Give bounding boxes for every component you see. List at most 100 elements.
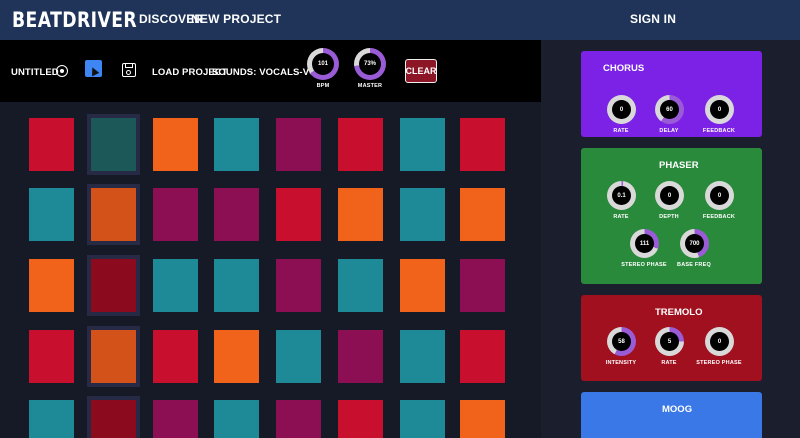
pad-r5-c6[interactable] — [338, 400, 383, 438]
select-tool-button[interactable] — [85, 60, 102, 77]
pad-r4-c6[interactable] — [338, 330, 383, 383]
effects-panel: CHORUS 0 RATE 60 DELAY 0 FEEDBACK PHASER 0.1 RATE… — [541, 40, 800, 438]
nav-new-project-link[interactable]: NEW PROJECT — [191, 12, 281, 26]
phaser-feedback-label: FEEDBACK — [702, 214, 736, 220]
pad-r1-c5[interactable] — [276, 118, 321, 171]
chorus-rate-value: 0 — [612, 100, 631, 119]
tremolo-intensity-knob-ring: 58 — [607, 327, 636, 356]
pad-r4-c1[interactable] — [29, 330, 74, 383]
tremolo-rate-knob-ring: 5 — [655, 327, 684, 356]
pad-r1-c7[interactable] — [400, 118, 445, 171]
pad-r3-c6[interactable] — [338, 259, 383, 312]
effect-moog: MOOG — [581, 392, 762, 438]
pad-r3-c7[interactable] — [400, 259, 445, 312]
pad-r3-c1[interactable] — [29, 259, 74, 312]
top-nav: BEATDRIVER DISCOVER NEW PROJECT SIGN IN — [0, 0, 800, 40]
tremolo-intensity-value: 58 — [612, 332, 631, 351]
pad-r4-c7[interactable] — [400, 330, 445, 383]
pad-r1-c4[interactable] — [214, 118, 259, 171]
pad-r2-c3[interactable] — [153, 188, 198, 241]
pad-r1-c1[interactable] — [29, 118, 74, 171]
master-knob[interactable]: 73% MASTER — [354, 48, 386, 89]
pad-r5-c1[interactable] — [29, 400, 74, 438]
master-label: MASTER — [357, 83, 383, 89]
phaser-base-freq-value: 700 — [685, 234, 704, 253]
phaser-feedback-knob[interactable]: 0 FEEDBACK — [703, 181, 735, 220]
save-icon[interactable] — [122, 63, 136, 77]
phaser-depth-knob-ring: 0 — [655, 181, 684, 210]
chorus-feedback-label: FEEDBACK — [702, 128, 736, 134]
project-toolbar: UNTITLED LOAD PROJECT SOUNDS: VOCALS-VOX… — [0, 40, 541, 102]
phaser-stereo-phase-value: 111 — [635, 234, 654, 253]
bpm-value: 101 — [312, 53, 334, 75]
pad-r2-c5[interactable] — [276, 188, 321, 241]
pad-r3-c4[interactable] — [214, 259, 259, 312]
tremolo-stereo-phase-label: STEREO PHASE — [696, 360, 742, 366]
chorus-delay-knob-ring: 60 — [655, 95, 684, 124]
pad-grid — [0, 102, 541, 438]
pad-r5-c8[interactable] — [460, 400, 505, 438]
pad-r2-c1[interactable] — [29, 188, 74, 241]
phaser-base-freq-label: BASE FREQ — [677, 262, 711, 268]
tremolo-stereo-phase-knob[interactable]: 0 STEREO PHASE — [696, 327, 742, 366]
chorus-feedback-knob[interactable]: 0 FEEDBACK — [703, 95, 735, 134]
pad-r2-c2[interactable] — [91, 188, 136, 241]
phaser-base-freq-knob[interactable]: 700 BASE FREQ — [677, 229, 711, 268]
pad-r5-c3[interactable] — [153, 400, 198, 438]
phaser-stereo-phase-knob[interactable]: 111 STEREO PHASE — [621, 229, 667, 268]
pad-r3-c8[interactable] — [460, 259, 505, 312]
phaser-base-freq-knob-ring: 700 — [680, 229, 709, 258]
phaser-rate-knob-ring: 0.1 — [607, 181, 636, 210]
master-value: 73% — [359, 53, 381, 75]
pad-r1-c3[interactable] — [153, 118, 198, 171]
chorus-delay-knob[interactable]: 60 DELAY — [655, 95, 684, 134]
pad-r5-c7[interactable] — [400, 400, 445, 438]
pad-r1-c2[interactable] — [91, 118, 136, 171]
pad-r4-c4[interactable] — [214, 330, 259, 383]
master-knob-ring: 73% — [354, 48, 386, 80]
effect-chorus-title: CHORUS — [603, 63, 645, 74]
effect-phaser-title: PHASER — [659, 160, 699, 171]
pad-r1-c6[interactable] — [338, 118, 383, 171]
project-title[interactable]: UNTITLED — [11, 67, 59, 78]
effect-phaser: PHASER 0.1 RATE 0 DEPTH 0 FEEDBACK 111 STEREO PH… — [581, 148, 762, 284]
pad-r4-c5[interactable] — [276, 330, 321, 383]
clear-button[interactable]: CLEAR — [405, 59, 437, 83]
pad-r3-c5[interactable] — [276, 259, 321, 312]
brand-logo[interactable]: BEATDRIVER — [12, 8, 137, 32]
chorus-rate-knob[interactable]: 0 RATE — [607, 95, 636, 134]
effect-chorus: CHORUS 0 RATE 60 DELAY 0 FEEDBACK — [581, 51, 762, 137]
effect-moog-title: MOOG — [662, 404, 693, 415]
chorus-rate-knob-ring: 0 — [607, 95, 636, 124]
tremolo-stereo-phase-knob-ring: 0 — [705, 327, 734, 356]
chorus-delay-value: 60 — [660, 100, 679, 119]
phaser-rate-value: 0.1 — [612, 186, 631, 205]
pad-r4-c2[interactable] — [91, 330, 136, 383]
pad-r3-c3[interactable] — [153, 259, 198, 312]
tremolo-rate-knob[interactable]: 5 RATE — [655, 327, 684, 366]
tremolo-intensity-knob[interactable]: 58 INTENSITY — [606, 327, 636, 366]
phaser-rate-knob[interactable]: 0.1 RATE — [607, 181, 636, 220]
pad-r2-c6[interactable] — [338, 188, 383, 241]
nav-sign-in-link[interactable]: SIGN IN — [630, 12, 676, 26]
pad-r5-c5[interactable] — [276, 400, 321, 438]
bpm-knob-ring: 101 — [307, 48, 339, 80]
pad-r3-c2[interactable] — [91, 259, 136, 312]
pad-r2-c8[interactable] — [460, 188, 505, 241]
phaser-feedback-knob-ring: 0 — [705, 181, 734, 210]
chorus-feedback-value: 0 — [710, 100, 729, 119]
effect-tremolo-title: TREMOLO — [655, 307, 703, 318]
phaser-depth-knob[interactable]: 0 DEPTH — [655, 181, 684, 220]
pad-r1-c8[interactable] — [460, 118, 505, 171]
pad-r5-c2[interactable] — [91, 400, 136, 438]
pad-r4-c3[interactable] — [153, 330, 198, 383]
pad-r2-c7[interactable] — [400, 188, 445, 241]
cursor-icon — [88, 65, 100, 77]
tremolo-rate-value: 5 — [660, 332, 679, 351]
phaser-feedback-value: 0 — [710, 186, 729, 205]
record-icon[interactable] — [56, 65, 68, 77]
pad-r2-c4[interactable] — [214, 188, 259, 241]
pad-r4-c8[interactable] — [460, 330, 505, 383]
pad-r5-c4[interactable] — [214, 400, 259, 438]
bpm-knob[interactable]: 101 BPM — [307, 48, 339, 89]
